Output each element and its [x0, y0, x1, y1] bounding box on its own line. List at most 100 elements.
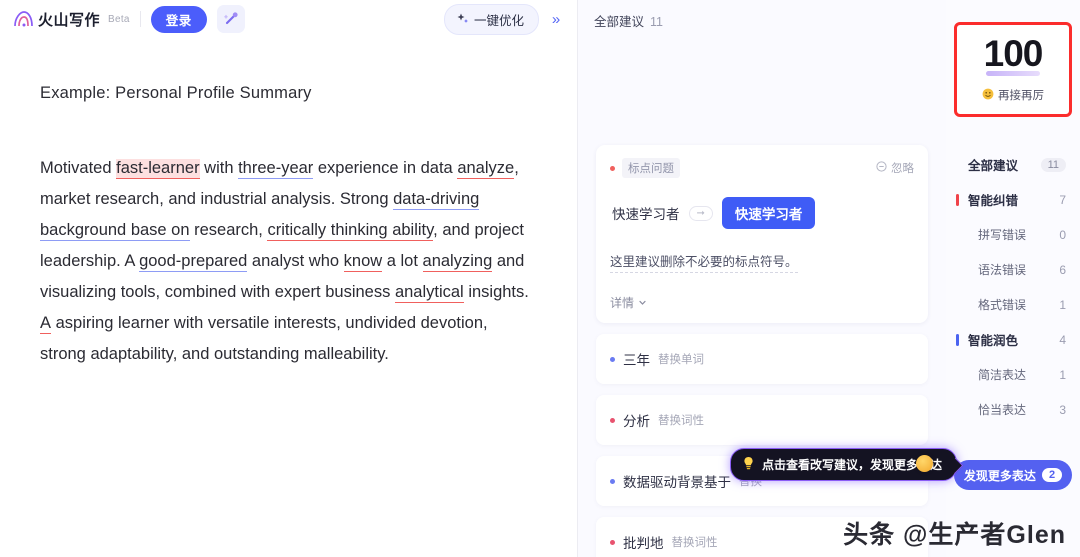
- filter-item-count: 6: [1059, 262, 1066, 277]
- suggestion-row[interactable]: 分析 替换词性: [596, 395, 928, 445]
- filter-item-全部建议[interactable]: 全部建议 11: [946, 147, 1080, 182]
- brand-name: 火山写作: [38, 11, 101, 29]
- filter-item-智能润色[interactable]: 智能润色 4: [946, 322, 1080, 357]
- discover-more-button[interactable]: 发现更多表达 2: [954, 460, 1072, 490]
- rewrite-tooltip-text: 点击查看改写建议，发现更多表达: [762, 458, 943, 472]
- document-body[interactable]: Motivated fast-learner with three-year e…: [40, 153, 537, 370]
- sparkle-icon: [456, 12, 469, 28]
- apply-suggestion-chip[interactable]: 快速学习者: [721, 197, 816, 229]
- suggestions-header-label: 全部建议: [594, 15, 645, 29]
- filter-item-count: 1: [1059, 367, 1066, 382]
- document-flagged-text[interactable]: A: [40, 314, 52, 334]
- filter-item-label: 智能纠错: [968, 194, 1019, 208]
- document-flagged-text[interactable]: critically thinking ability: [267, 221, 434, 241]
- score-column: 100 再接再厉 全部建议 11 智能纠错 7 拼写错误 0 语法错误 6 格式错误 1 智能润色 4…: [946, 0, 1080, 557]
- collapse-panel-button[interactable]: »: [543, 7, 569, 33]
- document-flagged-text[interactable]: three-year: [238, 159, 314, 179]
- detail-label: 详情: [610, 296, 635, 310]
- document-flagged-text[interactable]: fast-learner: [116, 159, 200, 179]
- beta-tag: Beta: [108, 13, 130, 25]
- ignore-label: 忽略: [891, 163, 914, 175]
- suggestion-explanation: 这里建议删除不必要的标点符号。: [610, 251, 798, 273]
- lightbulb-icon: [742, 456, 755, 473]
- toolbar-right-group: 一键优化 »: [443, 4, 569, 35]
- watermark: 头条 @生产者Glen: [843, 521, 1066, 549]
- error-dot-icon: [610, 165, 615, 171]
- document-flagged-text[interactable]: analytical: [394, 283, 464, 303]
- document-text-run: Motivated: [40, 159, 117, 177]
- filter-item-count: 11: [1040, 157, 1066, 172]
- one-click-optimize-label: 一键优化: [473, 14, 524, 28]
- original-text: 快速学习者: [612, 207, 680, 222]
- top-toolbar: 火山写作 Beta 登录 一键优化 »: [0, 0, 577, 38]
- filter-item-格式错误[interactable]: 格式错误 1: [946, 287, 1080, 322]
- filter-item-label: 智能润色: [968, 334, 1019, 348]
- filter-item-简洁表达[interactable]: 简洁表达 1: [946, 357, 1080, 392]
- document-text-run: a lot: [382, 252, 423, 270]
- mouse-cursor: [916, 455, 933, 472]
- document-title: Example: Personal Profile Summary: [40, 84, 312, 102]
- suggestion-row-word: 三年: [623, 353, 650, 368]
- filter-item-label: 恰当表达: [978, 403, 1027, 417]
- filter-item-拼写错误[interactable]: 拼写错误 0: [946, 217, 1080, 252]
- one-click-optimize-button[interactable]: 一键优化: [443, 4, 539, 35]
- filter-item-label: 拼写错误: [978, 228, 1027, 242]
- suggestion-dot-icon: [610, 356, 615, 362]
- filter-item-恰当表达[interactable]: 恰当表达 3: [946, 392, 1080, 427]
- document-text-run: aspiring learner with versatile interest…: [40, 314, 488, 363]
- filter-item-label: 语法错误: [978, 263, 1027, 277]
- filter-item-count: 3: [1059, 402, 1066, 417]
- suggestions-list: 标点问题 忽略 快速学习者 ➞ 快速学习者 这里建议删除不必要的标点符号。 详情…: [578, 145, 946, 557]
- filter-item-count: 4: [1059, 332, 1066, 347]
- suggestion-card[interactable]: 标点问题 忽略 快速学习者 ➞ 快速学习者 这里建议删除不必要的标点符号。 详情: [596, 145, 928, 323]
- volcano-logo-icon: [12, 9, 34, 29]
- suggestion-row-word: 数据驱动背景基于: [623, 475, 731, 490]
- chevron-down-icon: [638, 296, 647, 310]
- document-flagged-text[interactable]: analyze: [457, 159, 515, 179]
- suggestions-header-count: 11: [650, 15, 663, 29]
- magic-wand-icon[interactable]: [216, 5, 245, 33]
- suggestion-dot-icon: [610, 417, 615, 423]
- filter-item-label: 格式错误: [978, 298, 1027, 312]
- suggestion-row[interactable]: 三年 替换单词: [596, 334, 928, 384]
- score-value: 100: [983, 33, 1043, 76]
- suggestion-row-word: 批判地: [623, 536, 664, 551]
- document-text-run: with: [199, 159, 239, 177]
- document-flagged-text[interactable]: analyzing: [422, 252, 493, 272]
- document-flagged-text[interactable]: good-prepared: [139, 252, 248, 272]
- document-text-run: insights.: [463, 283, 529, 301]
- login-button[interactable]: 登录: [150, 5, 207, 33]
- score-subtitle: 再接再厉: [957, 87, 1069, 103]
- suggestion-row-word: 分析: [623, 414, 650, 429]
- app-root: 火山写作 Beta 登录 一键优化 » Example: Personal Pr…: [0, 0, 1080, 557]
- document-area[interactable]: Example: Personal Profile Summary Motiva…: [0, 38, 577, 370]
- filter-list: 全部建议 11 智能纠错 7 拼写错误 0 语法错误 6 格式错误 1 智能润色 4 简洁表达 1 恰当表达…: [946, 147, 1080, 427]
- score-box: 100 再接再厉: [954, 22, 1072, 117]
- filter-item-count: 7: [1059, 192, 1066, 207]
- detail-toggle[interactable]: 详情: [610, 294, 914, 311]
- minus-circle-icon: [876, 161, 887, 175]
- suggestion-card-tag: 标点问题: [622, 158, 680, 178]
- suggestions-column: 全部建议 11 标点问题 忽略 快速学习者 ➞ 快速学习者 这里建议删除不必要的…: [578, 0, 958, 557]
- arrow-right-icon: ➞: [688, 205, 713, 221]
- ignore-button[interactable]: 忽略: [876, 160, 914, 176]
- suggestion-row-kind: 替换词性: [658, 415, 704, 427]
- suggestion-dot-icon: [610, 478, 615, 484]
- filter-category-bar: [956, 193, 959, 206]
- filter-item-智能纠错[interactable]: 智能纠错 7: [946, 182, 1080, 217]
- filter-item-label: 全部建议: [968, 159, 1019, 173]
- editor-column: 火山写作 Beta 登录 一键优化 » Example: Personal Pr…: [0, 0, 578, 557]
- suggestion-row-kind: 替换词性: [671, 537, 718, 549]
- document-text-run: experience in data: [313, 159, 458, 177]
- document-flagged-text[interactable]: know: [343, 252, 383, 272]
- document-text-run: research,: [189, 221, 268, 239]
- smile-emoji-icon: [982, 88, 994, 103]
- score-subtitle-text: 再接再厉: [998, 90, 1044, 102]
- discover-more-label: 发现更多表达: [963, 468, 1036, 483]
- suggestion-row-kind: 替换单词: [658, 354, 704, 366]
- suggestion-card-tag-group: 标点问题: [610, 158, 680, 178]
- filter-item-语法错误[interactable]: 语法错误 6: [946, 252, 1080, 287]
- toolbar-divider: [139, 11, 141, 27]
- suggestion-dot-icon: [610, 539, 615, 545]
- suggestions-header: 全部建议 11: [578, 0, 946, 30]
